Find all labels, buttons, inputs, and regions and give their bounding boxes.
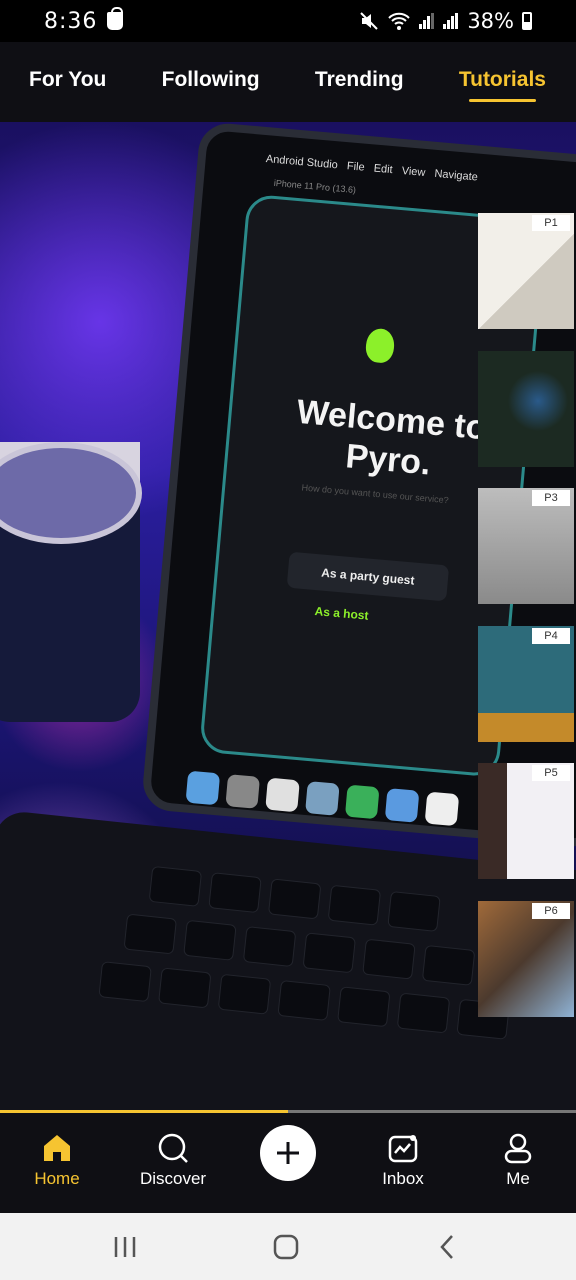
part-tag: P4 bbox=[532, 628, 570, 644]
nav-discover-label: Discover bbox=[139, 1169, 207, 1188]
shopping-bag-icon bbox=[107, 7, 124, 30]
status-left: 8:36 bbox=[44, 7, 124, 34]
home-button-icon[interactable] bbox=[271, 1233, 301, 1261]
create-button[interactable] bbox=[260, 1125, 316, 1181]
tab-for-you[interactable]: For You bbox=[29, 68, 106, 96]
home-icon bbox=[44, 1135, 70, 1161]
playlist-item-4[interactable]: P4 bbox=[478, 626, 574, 742]
status-right: 38% bbox=[359, 9, 532, 33]
tab-tutorials[interactable]: Tutorials bbox=[459, 68, 546, 102]
playlist-item-1[interactable]: P1 bbox=[478, 213, 574, 329]
status-time: 8:36 bbox=[44, 8, 98, 34]
search-icon bbox=[158, 1133, 188, 1163]
back-icon[interactable] bbox=[433, 1233, 463, 1261]
welcome-title: Welcome to Pyro. bbox=[295, 392, 489, 483]
nav-inbox[interactable]: Inbox bbox=[353, 1131, 453, 1189]
device-label: iPhone 11 Pro (13.6) bbox=[273, 177, 357, 196]
playlist-item-5[interactable]: P5 bbox=[478, 763, 574, 879]
signal-icon-2 bbox=[443, 13, 459, 29]
mug-graphic bbox=[0, 442, 142, 722]
plus-icon bbox=[277, 1142, 299, 1164]
status-bar: 8:36 38% bbox=[0, 0, 576, 42]
playlist-item-3[interactable]: P3 bbox=[478, 488, 574, 604]
recent-apps-icon[interactable] bbox=[110, 1233, 140, 1261]
nav-inbox-label: Inbox bbox=[382, 1169, 424, 1188]
inbox-icon bbox=[388, 1135, 418, 1163]
mute-icon bbox=[360, 12, 379, 30]
battery-icon bbox=[522, 12, 532, 30]
part-tag: P1 bbox=[532, 215, 570, 231]
part-tag: P6 bbox=[532, 903, 570, 919]
battery-percent: 38% bbox=[467, 9, 514, 33]
menu-android-studio: Android Studio bbox=[265, 153, 339, 172]
menu-edit: Edit bbox=[373, 162, 394, 177]
menu-navigate: Navigate bbox=[433, 167, 479, 184]
playlist-item-2[interactable] bbox=[478, 351, 574, 467]
nav-home[interactable]: Home bbox=[7, 1131, 107, 1189]
profile-icon bbox=[504, 1133, 532, 1164]
tab-following[interactable]: Following bbox=[162, 68, 260, 96]
nav-me-label: Me bbox=[506, 1169, 530, 1188]
nav-home-label: Home bbox=[34, 1169, 80, 1188]
system-nav-bar bbox=[0, 1213, 576, 1280]
flame-icon bbox=[364, 327, 396, 364]
tab-trending[interactable]: Trending bbox=[315, 68, 404, 96]
party-guest-button: As a party guest bbox=[286, 551, 450, 602]
nav-me[interactable]: Me bbox=[468, 1131, 568, 1189]
playlist-item-6[interactable]: P6 bbox=[478, 901, 574, 1017]
signal-icon-1 bbox=[419, 13, 435, 29]
menu-view: View bbox=[401, 164, 426, 179]
welcome-subtitle: How do you want to use our service? bbox=[301, 482, 450, 506]
nav-discover[interactable]: Discover bbox=[123, 1131, 223, 1189]
mac-dock bbox=[185, 770, 507, 841]
host-link: As a host bbox=[314, 604, 370, 623]
feed-tabs: For You Following Trending Tutorials bbox=[0, 42, 576, 122]
part-tag: P5 bbox=[532, 765, 570, 781]
menu-file: File bbox=[346, 160, 366, 174]
wifi-icon bbox=[388, 12, 411, 30]
bottom-nav: Home Discover Inbox Me bbox=[0, 1113, 576, 1213]
part-tag: P3 bbox=[532, 490, 570, 506]
